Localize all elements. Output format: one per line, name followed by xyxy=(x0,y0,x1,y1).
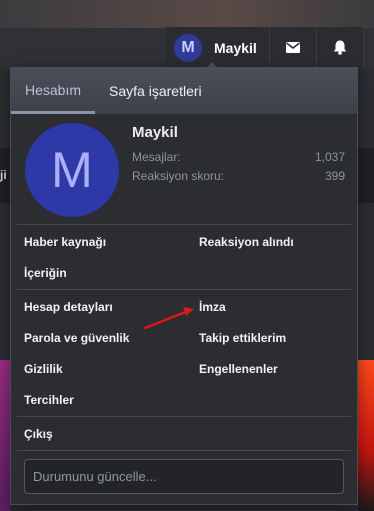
stat-messages: Mesajlar: 1,037 xyxy=(132,150,345,164)
stat-label: Mesajlar: xyxy=(132,150,181,164)
divider xyxy=(17,450,351,451)
avatar: M xyxy=(174,33,202,62)
menu-item-account-details[interactable]: Hesap detayları xyxy=(24,291,199,322)
tab-account[interactable]: Hesabım xyxy=(11,68,96,114)
envelope-icon xyxy=(285,42,300,53)
profile-summary: M Maykil Mesajlar: 1,037 Reaksiyon skoru… xyxy=(11,114,357,224)
bell-icon xyxy=(333,40,347,55)
menu-item-ignoring[interactable]: Engellenenler xyxy=(199,353,359,384)
profile-name[interactable]: Maykil xyxy=(132,124,178,141)
menu-group-activity: Haber kaynağı Reaksiyon alındı İçeriğin xyxy=(11,225,357,289)
page-thumbnail-right xyxy=(358,360,374,511)
menu-item-empty xyxy=(199,257,359,288)
alerts-button[interactable] xyxy=(316,27,364,68)
stat-label: Reaksiyon skoru: xyxy=(132,169,225,183)
page-content-strip-right xyxy=(358,148,374,203)
conversations-button[interactable] xyxy=(269,27,317,68)
stat-value: 399 xyxy=(324,169,345,183)
stat-reaction-score: Reaksiyon skoru: 399 xyxy=(132,169,345,183)
status-update-input[interactable] xyxy=(24,459,344,494)
profile-avatar[interactable]: M xyxy=(25,123,119,217)
menu-item-logout[interactable]: Çıkış xyxy=(24,418,199,449)
menu-item-your-content[interactable]: İçeriğin xyxy=(24,257,199,288)
menu-item-following[interactable]: Takip ettiklerim xyxy=(199,322,359,353)
menu-item-signature[interactable]: İmza xyxy=(199,291,359,322)
menu-group-logout: Çıkış xyxy=(11,417,357,450)
account-tabs: Hesabım Sayfa işaretleri xyxy=(11,68,357,114)
menu-item-reactions-received[interactable]: Reaksiyon alındı xyxy=(199,226,359,257)
menu-group-settings: Hesap detayları İmza Parola ve güvenlik … xyxy=(11,290,357,416)
menu-item-password-security[interactable]: Parola ve güvenlik xyxy=(24,322,199,353)
stat-value: 1,037 xyxy=(314,150,345,164)
menu-item-empty xyxy=(199,384,359,415)
account-dropdown: Hesabım Sayfa işaretleri M Maykil Mesajl… xyxy=(10,67,358,505)
page-content-fragment: ji xyxy=(0,168,7,182)
menu-item-news-feed[interactable]: Haber kaynağı xyxy=(24,226,199,257)
username-label: Maykil xyxy=(214,39,257,56)
user-navigation: M Maykil xyxy=(166,27,364,68)
tab-bookmarks[interactable]: Sayfa işaretleri xyxy=(95,68,216,114)
page-thumbnail-left xyxy=(0,360,10,511)
menu-item-privacy[interactable]: Gizlilik xyxy=(24,353,199,384)
menu-item-preferences[interactable]: Tercihler xyxy=(24,384,199,415)
